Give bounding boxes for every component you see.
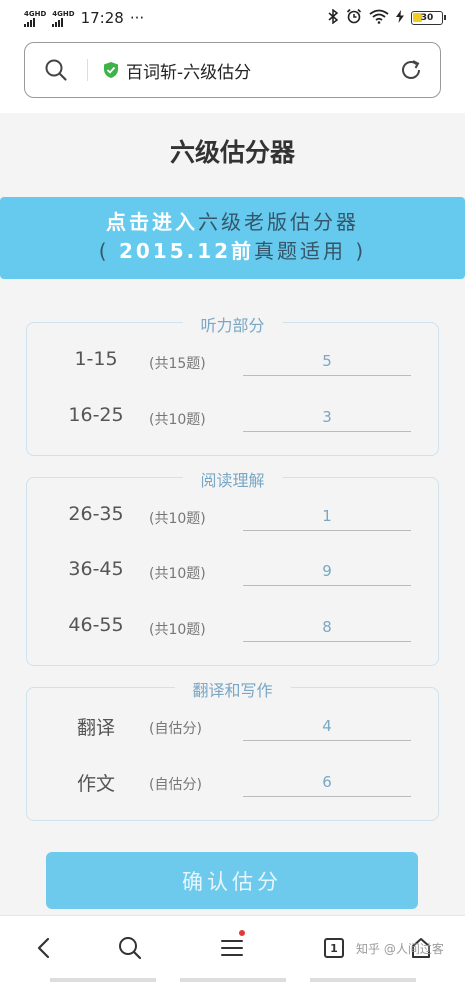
status-time: 17:28 [80, 9, 124, 27]
tabs-count: 1 [330, 941, 338, 955]
browser-header: 百词斩-六级估分 [0, 36, 465, 113]
section-legend-reading: 阅读理解 [182, 467, 283, 491]
section-listening: 听力部分 1-15 (共15题) 16-25 (共10题) [26, 312, 439, 456]
gesture-bar-3 [310, 978, 416, 982]
score-row-1-15: 1-15 (共15题) [27, 342, 438, 382]
row-note: (共10题) [149, 622, 206, 638]
back-chevron-icon [37, 937, 50, 959]
search-icon [119, 937, 142, 960]
gesture-bar-1 [50, 978, 156, 982]
row-note: (共10题) [149, 566, 206, 582]
status-bar: 4GHD 4GHD 17:28 ··· 30 [0, 0, 465, 36]
row-note: (共10题) [149, 412, 206, 428]
status-left: 4GHD 4GHD 17:28 ··· [24, 9, 144, 27]
signal-icon-1: 4GHD [24, 10, 46, 27]
score-row-16-25: 16-25 (共10题) [27, 398, 438, 438]
row-label: 1-15 [74, 348, 118, 370]
row-note: (自估分) [149, 777, 202, 793]
score-row-writing: 作文 (自估分) [27, 763, 438, 803]
row-label: 作文 [76, 773, 115, 795]
banner-highlight-1: 点击进入 [106, 210, 198, 234]
address-bar[interactable]: 百词斩-六级估分 [24, 42, 441, 98]
network-type-1: 4GHD [24, 9, 47, 18]
section-translation-writing: 翻译和写作 翻译 (自估分) 作文 (自估分) [26, 677, 439, 821]
score-input-26-35[interactable] [243, 501, 411, 531]
refresh-icon [402, 60, 420, 79]
score-row-26-35: 26-35 (共10题) [27, 497, 438, 537]
section-legend-translation-writing: 翻译和写作 [174, 677, 291, 701]
nav-search-button[interactable] [100, 916, 160, 980]
gesture-bar-2 [180, 978, 286, 982]
back-button[interactable] [14, 916, 74, 980]
score-input-writing[interactable] [243, 767, 411, 797]
status-dots: ··· [129, 9, 145, 27]
tabs-button[interactable]: 1 [304, 916, 364, 980]
search-icon [45, 59, 67, 81]
score-row-translation: 翻译 (自估分) [27, 707, 438, 747]
address-divider [87, 59, 88, 81]
row-label: 26-35 [68, 503, 124, 525]
row-label: 翻译 [76, 717, 115, 739]
security-shield-icon [104, 62, 118, 78]
score-input-36-45[interactable] [243, 556, 411, 586]
old-version-estimator-banner[interactable]: 点击进入六级老版估分器 ( 2015.12前真题适用 ) [0, 197, 465, 279]
battery-icon: 30 [411, 11, 446, 25]
signal-icon-2: 4GHD [52, 9, 75, 27]
page-title: 六级估分器 [169, 138, 295, 167]
refresh-button[interactable] [382, 43, 440, 97]
bluetooth-icon [328, 8, 339, 28]
score-input-16-25[interactable] [243, 402, 411, 432]
charging-icon [396, 9, 404, 27]
tabs-count-icon: 1 [324, 938, 344, 958]
network-type-2: 4GHD [52, 9, 75, 18]
menu-icon [221, 940, 243, 956]
banner-text-2: 真题适用 [254, 239, 347, 263]
banner-line-2: ( 2015.12前真题适用 ) [0, 237, 465, 266]
page-url-title[interactable]: 百词斩-六级估分 [126, 58, 382, 83]
alarm-icon [346, 8, 362, 28]
row-note: (共15题) [149, 356, 206, 372]
banner-paren-open: ( [98, 239, 110, 263]
banner-paren-close: ) [355, 239, 367, 263]
banner-line-1: 点击进入六级老版估分器 [0, 208, 465, 237]
confirm-estimate-button[interactable]: 确认估分 [46, 852, 418, 909]
row-note: (自估分) [149, 721, 202, 737]
watermark: 知乎 @人间过客 [356, 942, 444, 956]
score-input-translation[interactable] [243, 711, 411, 741]
score-input-46-55[interactable] [243, 612, 411, 642]
score-input-1-15[interactable] [243, 346, 411, 376]
notification-dot [239, 930, 245, 936]
section-reading: 阅读理解 26-35 (共10题) 36-45 (共10题) 46-55 (共1… [26, 467, 439, 666]
menu-button[interactable] [202, 916, 262, 980]
row-label: 46-55 [68, 614, 124, 636]
row-label: 16-25 [68, 404, 124, 426]
address-search-button[interactable] [25, 43, 87, 97]
section-legend-listening: 听力部分 [182, 312, 283, 336]
banner-highlight-2: 2015.12前 [118, 239, 255, 263]
score-row-36-45: 36-45 (共10题) [27, 552, 438, 592]
row-label: 36-45 [68, 558, 124, 580]
score-row-46-55: 46-55 (共10题) [27, 608, 438, 648]
row-note: (共10题) [149, 511, 206, 527]
wifi-icon [369, 9, 389, 28]
status-right: 30 [328, 8, 446, 28]
banner-text-1: 六级老版估分器 [198, 210, 359, 234]
battery-level: 30 [420, 13, 434, 23]
